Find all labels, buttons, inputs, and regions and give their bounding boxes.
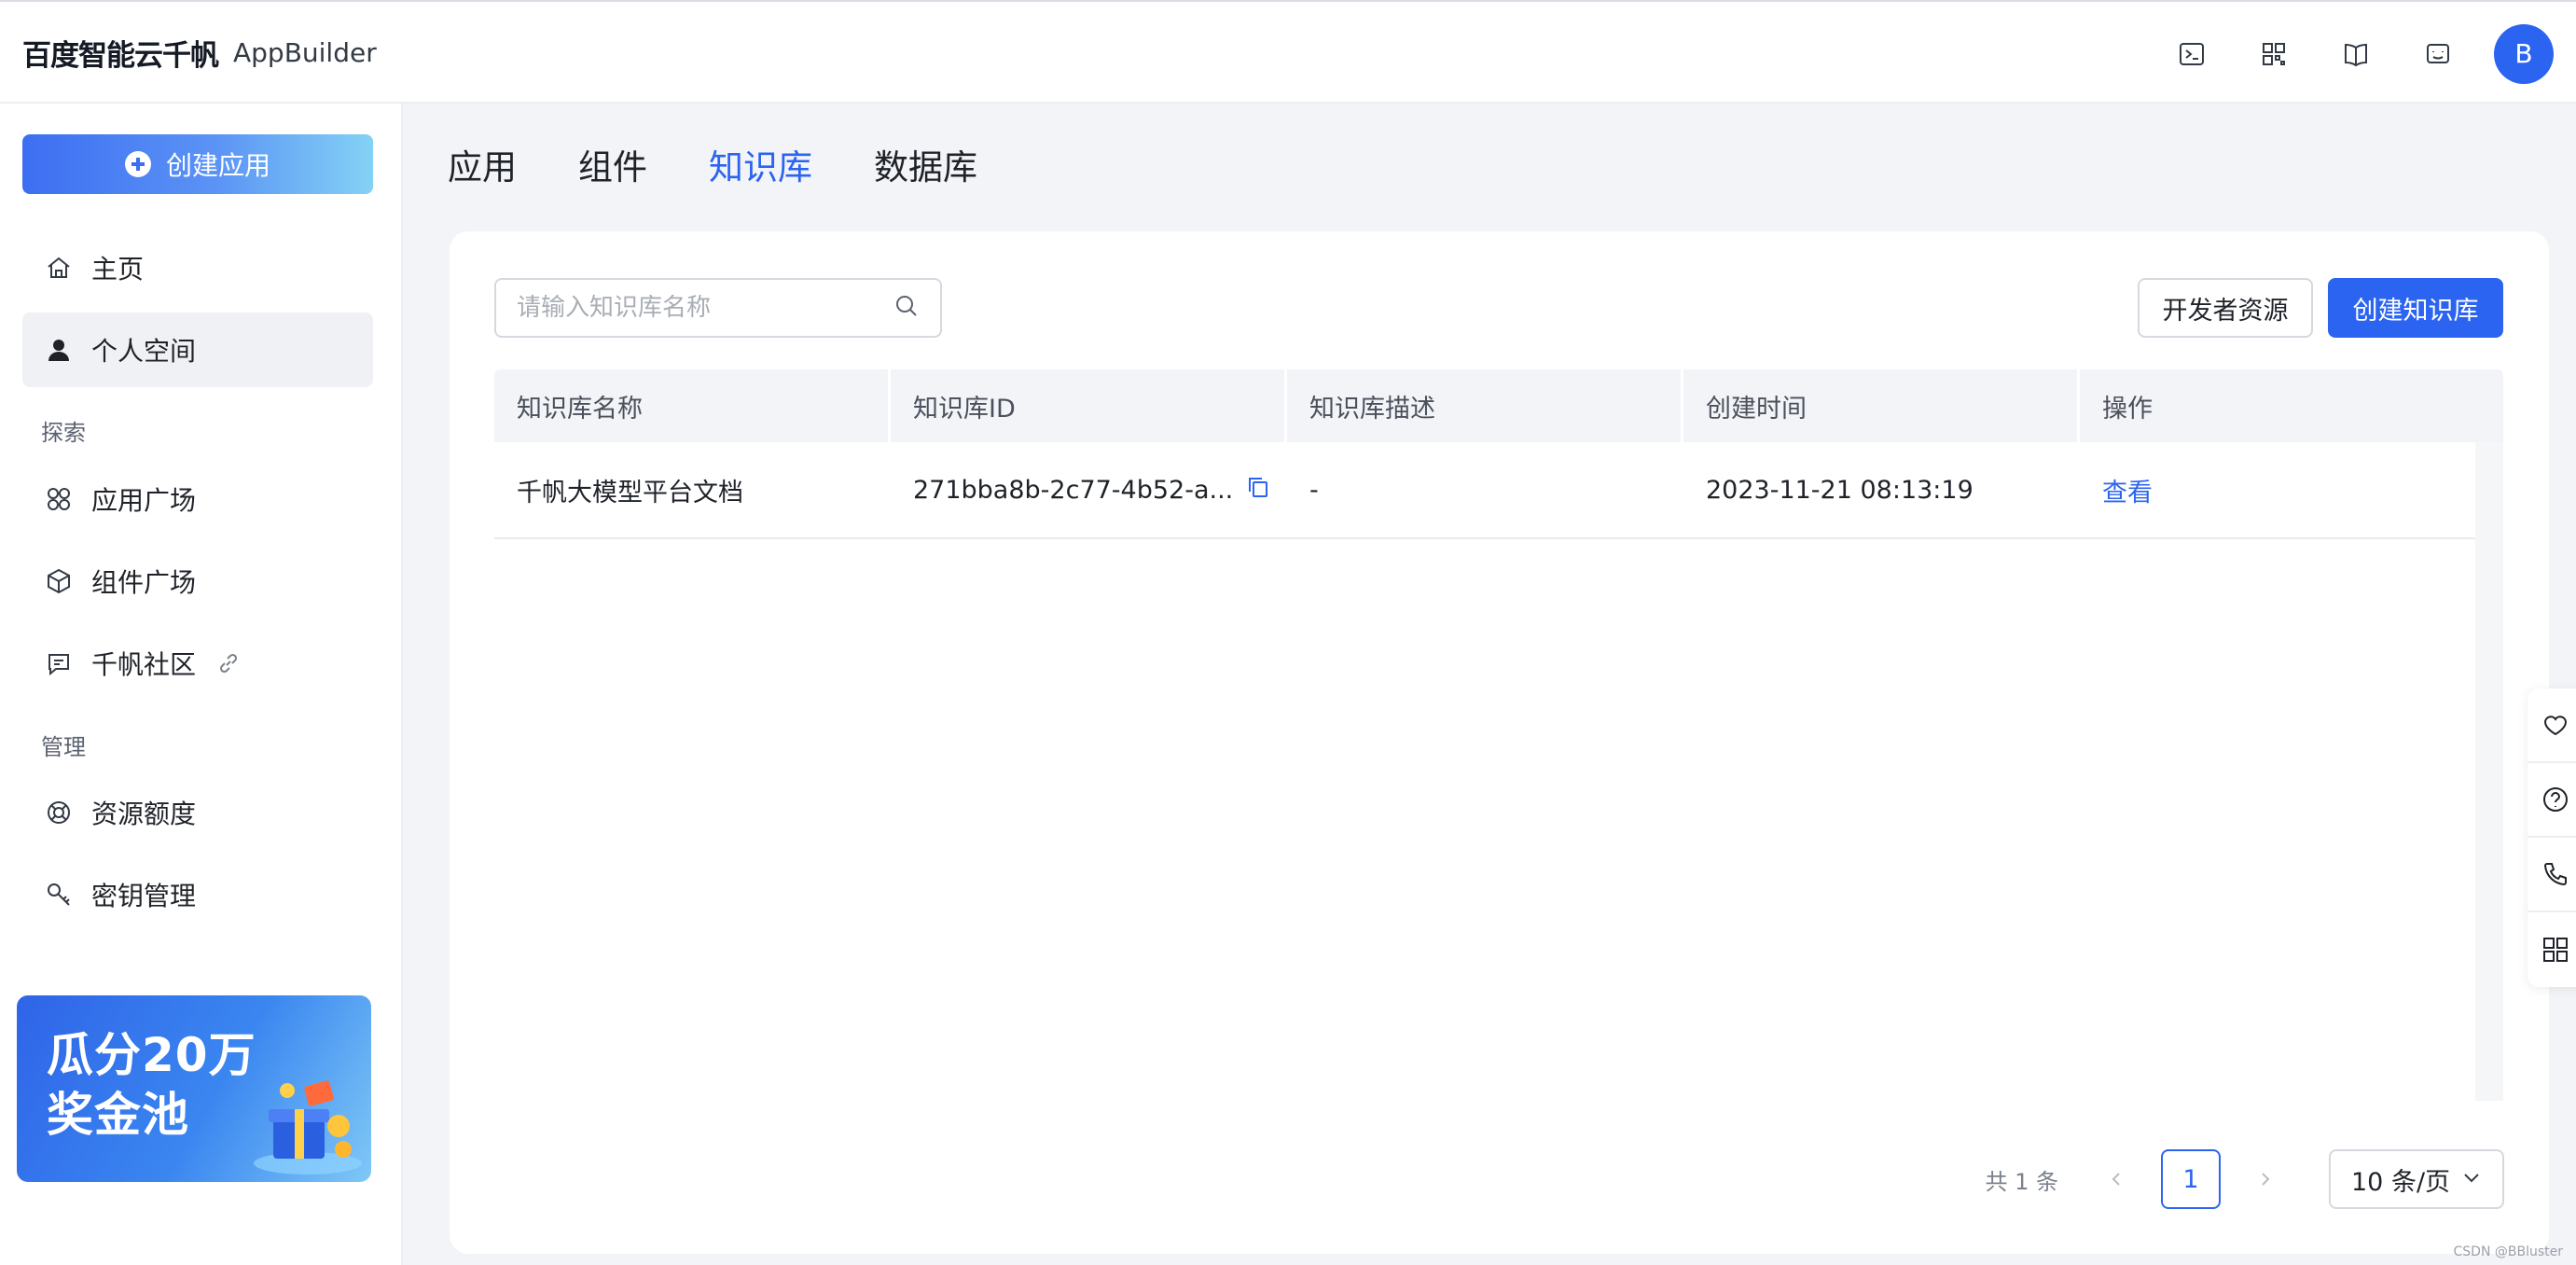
brand-name-cn: 百度智能云千帆 [22,38,219,73]
sidebar-item-label: 组件广场 [91,567,197,598]
sidebar-item-label: 千帆社区 [91,649,197,680]
search-input[interactable] [517,294,871,322]
pagination: 共 1 条 1 10 条/页 [1985,1149,2504,1209]
cell-action: 查看 [2080,442,2475,537]
column-header-actions: 操作 [2102,394,2153,424]
sidebar-item-app-square[interactable]: 应用广场 [22,462,373,536]
main-tabs: 应用 组件 知识库 数据库 [448,138,977,198]
create-app-button[interactable]: 创建应用 [22,134,373,194]
avatar[interactable]: B [2494,23,2554,84]
cell-description: - [1309,475,1319,505]
page-size-select[interactable]: 10 条/页 [2329,1149,2504,1209]
page-size-value: 10 条/页 [2351,1167,2451,1197]
help-icon[interactable] [2528,763,2576,838]
column-header-id: 知识库ID [891,369,1287,442]
knowledge-base-card: 开发者资源 创建知识库 知识库名称 知识库ID 知识库描述 创建时间 操作 千帆… [450,231,2549,1254]
pagination-total: 共 1 条 [1985,1168,2058,1195]
sidebar-item-resource-quota[interactable]: 资源额度 [22,775,373,850]
phone-icon[interactable] [2528,838,2576,912]
section-label-explore: 探索 [41,420,86,446]
header-actions: B [2151,2,2576,105]
tab-knowledge-base[interactable]: 知识库 [709,138,812,198]
sidebar-item-key-management[interactable]: 密钥管理 [22,857,373,932]
user-icon [43,334,75,366]
column-header-created-time: 创建时间 [1683,369,2080,442]
tab-components[interactable]: 组件 [578,138,647,198]
developer-resources-button[interactable]: 开发者资源 [2138,278,2313,338]
column-header-description: 知识库描述 [1287,369,1683,442]
chevron-right-icon[interactable] [2236,1149,2295,1209]
cell-created-time: 2023-11-21 08:13:19 [1706,475,1974,505]
search-icon[interactable] [893,293,920,323]
gift-box-illustration [254,1080,362,1175]
cube-icon [43,565,75,597]
watermark: CSDN @BBluster [2453,1244,2564,1259]
chevron-down-icon [2461,1165,2482,1194]
home-icon [43,252,75,284]
link-icon [213,647,244,679]
section-label-manage: 管理 [41,734,86,760]
table-row: 千帆大模型平台文档 271bba8b-2c77-4b52-a... - 2023… [494,442,2475,539]
cell-id-text: 271bba8b-2c77-4b52-a... [913,475,1234,505]
floating-toolbar [2528,688,2576,987]
cell-name: 千帆大模型平台文档 [517,478,743,507]
robot-chat-icon[interactable] [2397,26,2479,82]
copy-icon[interactable] [1246,475,1270,506]
brand-logo[interactable]: 百度智能云千帆 AppBuilder [22,32,377,73]
sidebar-item-community[interactable]: 千帆社区 [22,626,373,701]
page-number-current[interactable]: 1 [2161,1149,2221,1209]
column-header-name: 知识库名称 [494,369,891,442]
heart-chat-icon[interactable] [2528,688,2576,763]
cell-id: 271bba8b-2c77-4b52-a... [891,442,1287,537]
tab-database[interactable]: 数据库 [874,138,977,198]
book-icon[interactable] [2315,26,2397,82]
chevron-left-icon[interactable] [2086,1149,2146,1209]
terminal-icon[interactable] [2151,26,2233,82]
promo-line-1: 瓜分20万 [47,1028,256,1082]
sidebar-item-personal-space[interactable]: 个人空间 [22,313,373,387]
sidebar-item-label: 主页 [91,254,145,285]
top-bar: 百度智能云千帆 AppBuilder B [0,0,2576,104]
promo-banner[interactable]: 瓜分20万 奖金池 [17,995,371,1182]
create-knowledge-base-button[interactable]: 创建知识库 [2328,278,2503,338]
brand-name-en: AppBuilder [233,36,377,68]
lifebuoy-icon [43,797,75,828]
tab-apps[interactable]: 应用 [448,138,517,198]
sidebar-item-label: 应用广场 [91,485,197,516]
plus-circle-icon [124,151,151,177]
qr-grid-icon[interactable] [2233,26,2315,82]
sidebar-item-label: 密钥管理 [91,881,197,911]
promo-line-2: 奖金池 [47,1088,189,1142]
apps-icon [43,483,75,515]
key-icon [43,879,75,911]
knowledge-base-table: 知识库名称 知识库ID 知识库描述 创建时间 操作 千帆大模型平台文档 271b… [494,369,2503,1101]
create-app-label: 创建应用 [165,150,270,181]
grid-icon[interactable] [2528,912,2576,987]
table-header: 知识库名称 知识库ID 知识库描述 创建时间 操作 [494,369,2503,442]
view-link[interactable]: 查看 [2102,472,2153,508]
search-box [494,278,942,338]
table-scrollbar[interactable] [2475,442,2503,1101]
sidebar-item-component-square[interactable]: 组件广场 [22,544,373,619]
promo-text: 瓜分20万 奖金池 [47,1025,256,1145]
sidebar-item-label: 资源额度 [91,799,197,829]
sidebar-item-label: 个人空间 [91,336,197,367]
sidebar-item-home[interactable]: 主页 [22,230,373,305]
chat-icon [43,647,75,679]
